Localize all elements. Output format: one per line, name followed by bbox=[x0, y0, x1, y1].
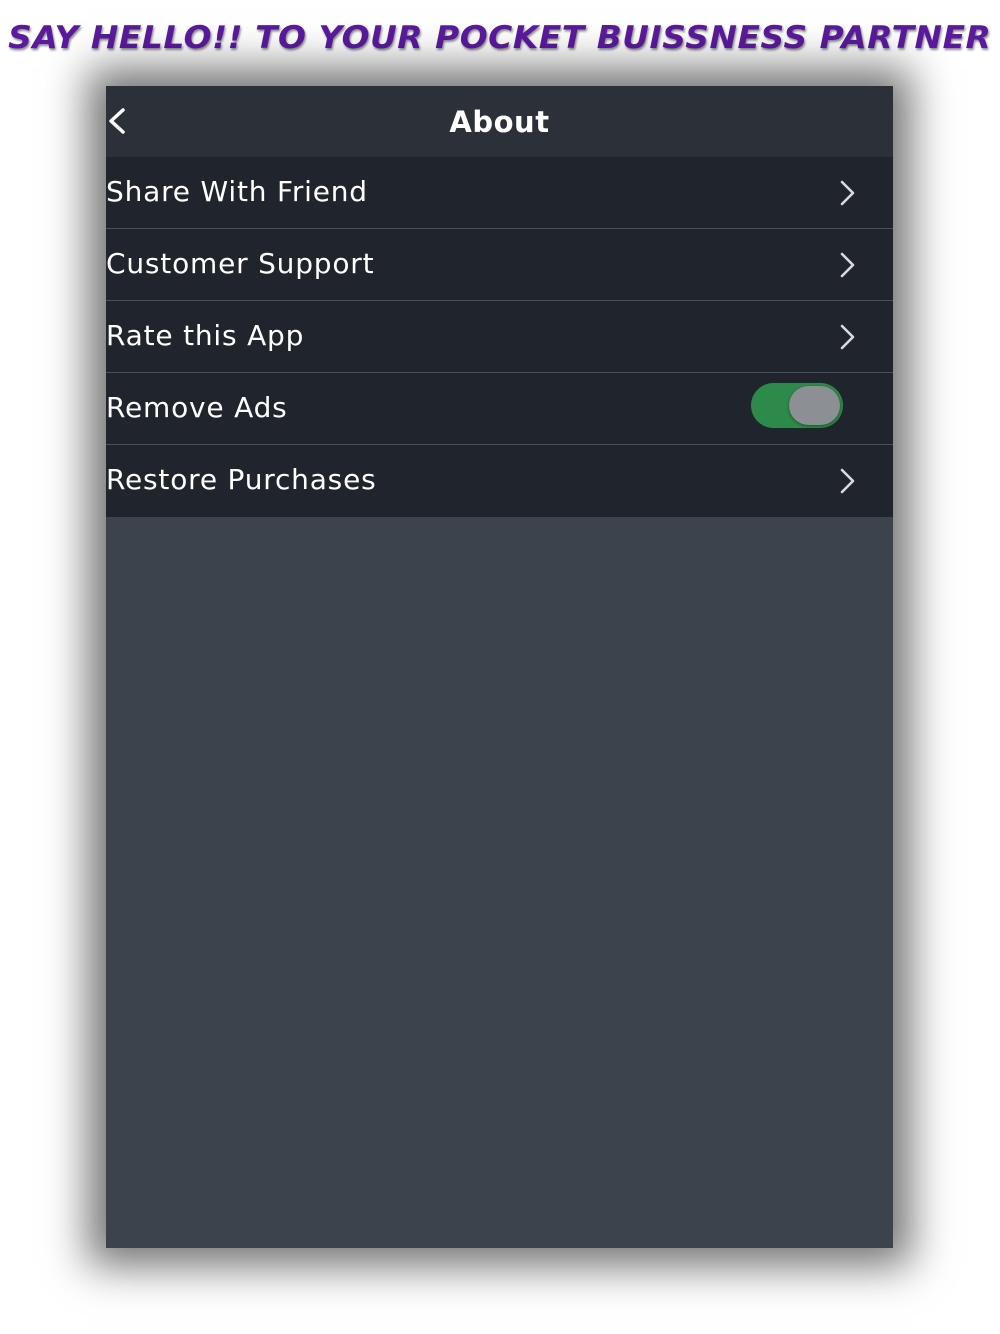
app-screen: About Share With Friend Customer Support… bbox=[106, 86, 893, 1248]
menu-item-share-with-friend[interactable]: Share With Friend bbox=[106, 157, 893, 229]
menu-item-label: Share With Friend bbox=[106, 175, 368, 208]
toggle-knob bbox=[789, 386, 840, 425]
page-title: About bbox=[449, 105, 550, 139]
chevron-right-icon bbox=[840, 252, 855, 278]
chevron-right-icon bbox=[840, 180, 855, 206]
menu-item-label: Remove Ads bbox=[106, 391, 288, 424]
chevron-right-icon bbox=[840, 324, 855, 350]
settings-list: Share With Friend Customer Support Rate … bbox=[106, 157, 893, 517]
menu-item-customer-support[interactable]: Customer Support bbox=[106, 229, 893, 301]
navigation-bar: About bbox=[106, 86, 893, 157]
chevron-right-icon bbox=[840, 468, 855, 494]
promo-banner-text: Say Hello!! to your Pocket Buissness Par… bbox=[8, 20, 992, 56]
menu-item-label: Restore Purchases bbox=[106, 463, 377, 496]
menu-item-rate-this-app[interactable]: Rate this App bbox=[106, 301, 893, 373]
menu-item-restore-purchases[interactable]: Restore Purchases bbox=[106, 445, 893, 517]
promo-banner: Say Hello!! to your Pocket Buissness Par… bbox=[0, 0, 1000, 86]
menu-item-label: Rate this App bbox=[106, 319, 305, 352]
remove-ads-toggle[interactable] bbox=[751, 383, 843, 428]
menu-item-remove-ads: Remove Ads bbox=[106, 373, 893, 445]
menu-item-label: Customer Support bbox=[106, 247, 375, 280]
